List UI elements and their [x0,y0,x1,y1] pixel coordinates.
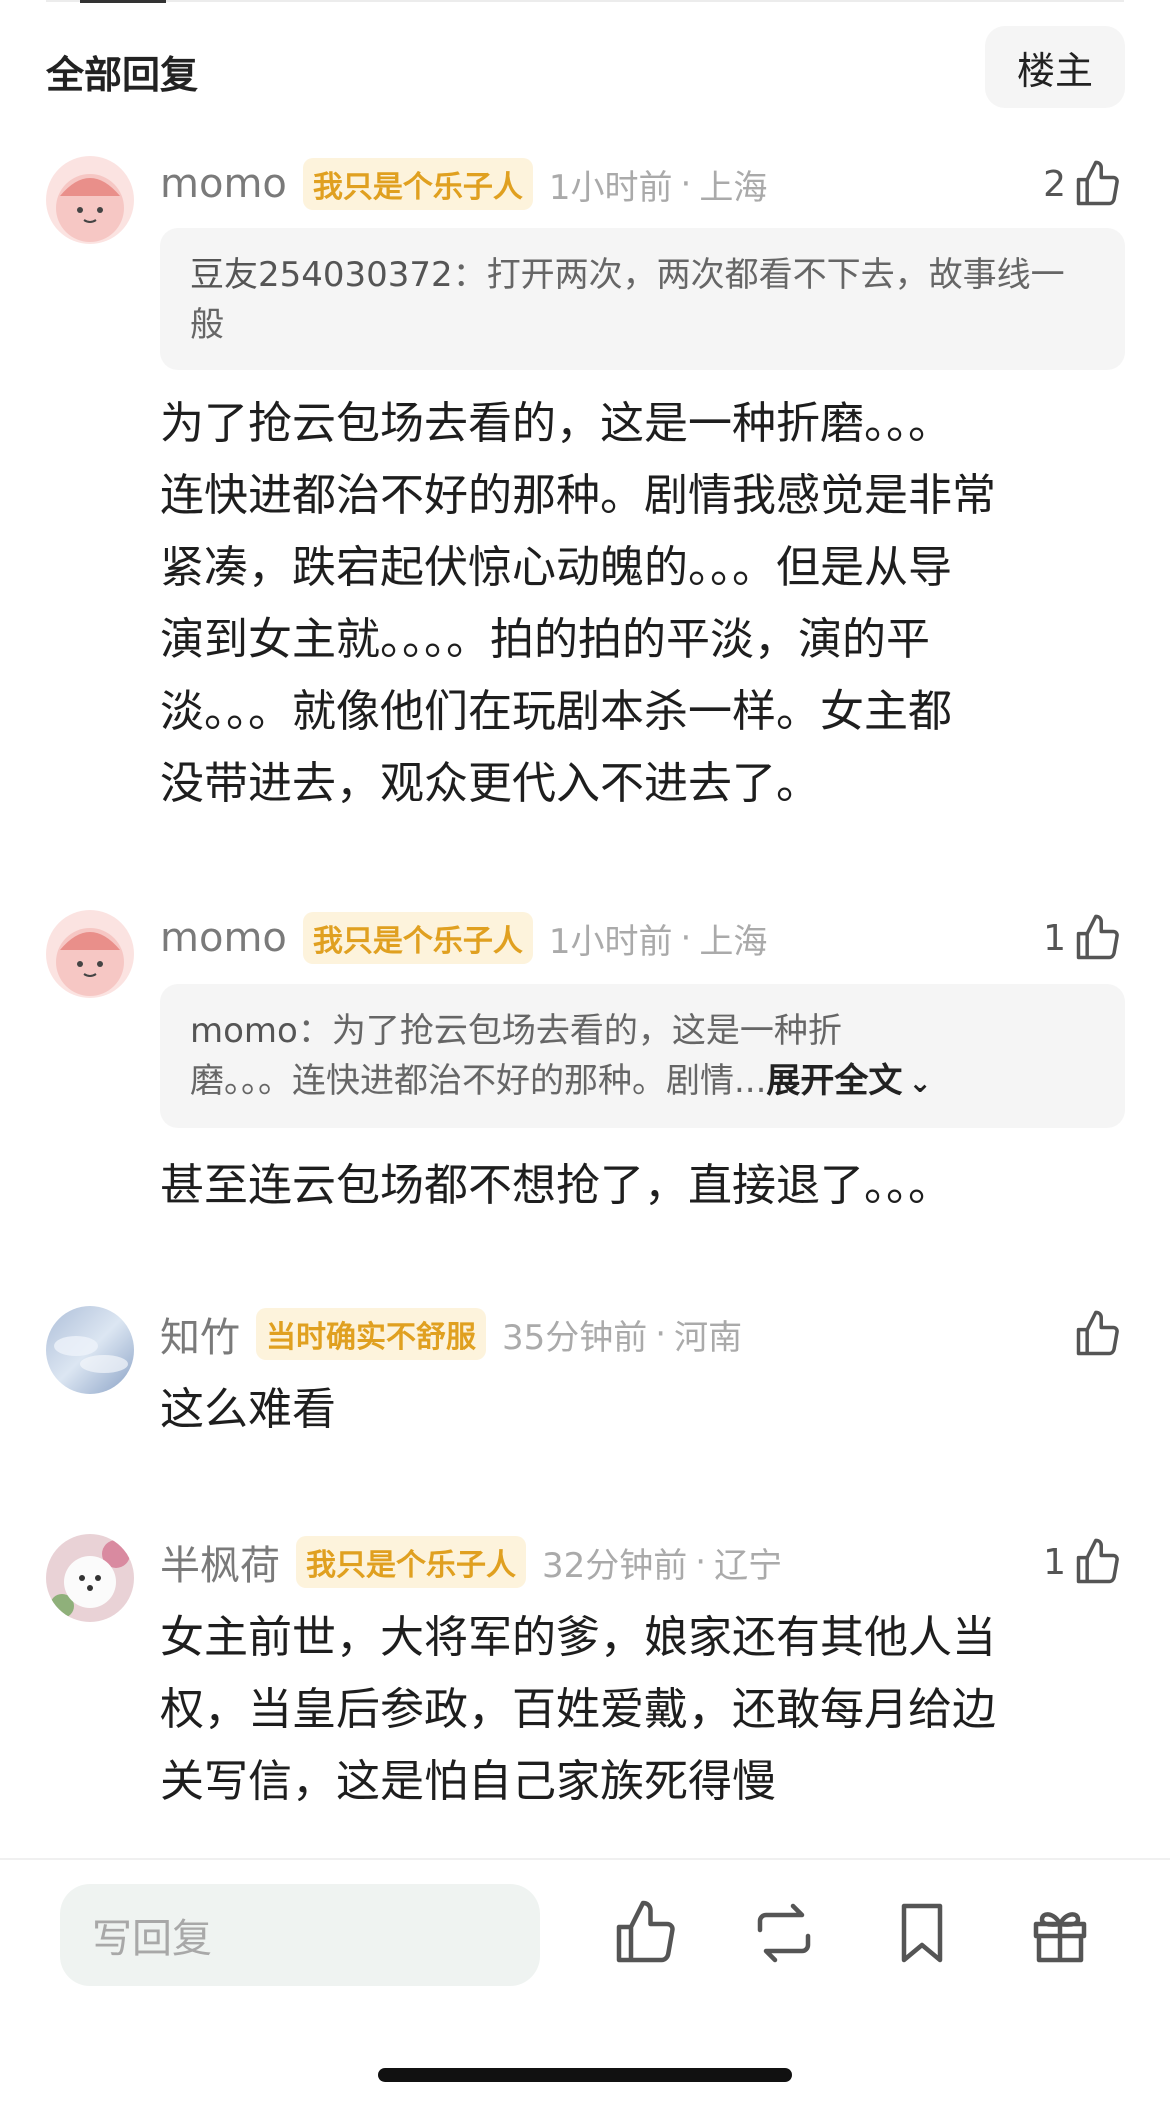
like-count: 1 [1043,1541,1066,1583]
separator: · [680,918,692,958]
location: 上海 [699,167,768,208]
home-indicator[interactable] [378,2068,792,2082]
comment-meta: momo 我只是个乐子人 1小时前 · 上海 [160,156,767,212]
thumbs-up-icon [1076,914,1119,960]
bottom-bar-divider [0,1858,1170,1860]
comment-meta: 半枫荷 我只是个乐子人 32分钟前 · 辽宁 [160,1534,782,1590]
reply-placeholder: 写回复 [92,1916,212,1962]
quote-colon: ： [452,255,487,295]
quote-author[interactable]: 豆友254030372 [190,255,453,295]
timestamp: 32分钟前 [542,1545,688,1586]
comment-body: 甚至连云包场都不想抢了，直接退了。。。 [160,1150,1100,1222]
body-line: 女主前世，大将军的爹，娘家还有其他人当 [160,1612,996,1663]
thumbs-up-icon [1076,160,1119,206]
user-tag: 当时确实不舒服 [256,1308,486,1360]
body-line: 甚至连云包场都不想抢了，直接退了。。。 [160,1160,952,1211]
like-button[interactable] [1066,1306,1124,1362]
body-line: 没带进去，观众更代入不进去了。 [160,758,820,809]
chevron-down-icon: ⌄ [908,1066,932,1099]
top-divider [46,0,1124,2]
comment-body: 女主前世，大将军的爹，娘家还有其他人当 权，当皇后参政，百姓爱戴，还敢每月给边 … [160,1602,1100,1818]
timestamp: 1小时前 [548,921,673,962]
user-tag: 我只是个乐子人 [302,912,533,964]
user-tag: 我只是个乐子人 [296,1536,526,1588]
avatar[interactable] [46,910,134,998]
reply-input[interactable]: 写回复 [60,1884,540,1986]
quoted-reply[interactable]: momo：为了抢云包场去看的，这是一种折 磨。。。连快进都治不好的那种。剧情..… [160,984,1125,1128]
quote-colon: ： [297,1011,332,1051]
like-button[interactable]: 2 [1043,156,1124,212]
user-tag: 我只是个乐子人 [302,158,533,210]
separator: · [655,1314,667,1354]
thumbs-up-icon [1076,1310,1119,1356]
quote-author[interactable]: momo [190,1011,298,1051]
repost-icon[interactable] [748,1897,820,1969]
tab-indicator [80,0,166,3]
separator: · [680,164,692,204]
location: 上海 [699,921,768,962]
timestamp: 1小时前 [548,167,673,208]
body-line: 权，当皇后参政，百姓爱戴，还敢每月给边 [160,1684,996,1735]
bookmark-icon[interactable] [886,1897,958,1969]
comment-meta: 知竹 当时确实不舒服 35分钟前 · 河南 [160,1306,742,1362]
quote-text-line2: 磨。。。连快进都治不好的那种。剧情... [190,1061,767,1101]
body-line: 演到女主就。。。。拍的拍的平淡，演的平 [160,614,930,665]
like-button[interactable]: 1 [1043,910,1124,966]
thumbs-up-icon [1076,1538,1119,1584]
all-replies-title: 全部回复 [46,53,199,97]
like-count: 1 [1043,917,1066,959]
gift-icon[interactable] [1024,1897,1096,1969]
comment-body: 为了抢云包场去看的，这是一种折磨。。。 连快进都治不好的那种。剧情我感觉是非常 … [160,388,1100,820]
username[interactable]: momo [160,915,287,961]
body-line: 关写信，这是怕自己家族死得慢 [160,1756,776,1807]
comment-meta: momo 我只是个乐子人 1小时前 · 上海 [160,910,767,966]
username[interactable]: 知竹 [160,1305,240,1363]
like-button[interactable]: 1 [1043,1534,1124,1590]
username[interactable]: momo [160,161,287,207]
location: 河南 [674,1317,743,1358]
body-line: 紧凑，跌宕起伏惊心动魄的。。。但是从导 [160,542,952,593]
avatar[interactable] [46,156,134,244]
body-line: 这么难看 [160,1384,336,1435]
avatar[interactable] [46,1534,134,1622]
comment-body: 这么难看 [160,1374,1100,1446]
quote-text-line1: 为了抢云包场去看的，这是一种折 [331,1011,842,1051]
location: 辽宁 [714,1545,783,1586]
body-line: 为了抢云包场去看的，这是一种折磨。。。 [160,398,952,449]
like-count: 2 [1043,163,1066,205]
body-line: 淡。。。就像他们在玩剧本杀一样。女主都 [160,686,952,737]
thumbs-up-icon[interactable] [610,1897,682,1969]
body-line: 连快进都治不好的那种。剧情我感觉是非常 [160,470,996,521]
expand-full-text-link[interactable]: 展开全文 ⌄ [766,1061,931,1101]
quoted-reply[interactable]: 豆友254030372：打开两次，两次都看不下去，故事线一般 [160,228,1125,370]
op-only-button[interactable]: 楼主 [985,26,1125,108]
expand-label: 展开全文 [766,1061,903,1101]
username[interactable]: 半枫荷 [160,1533,280,1591]
timestamp: 35分钟前 [502,1317,648,1358]
separator: · [695,1542,707,1582]
avatar[interactable] [46,1306,134,1394]
